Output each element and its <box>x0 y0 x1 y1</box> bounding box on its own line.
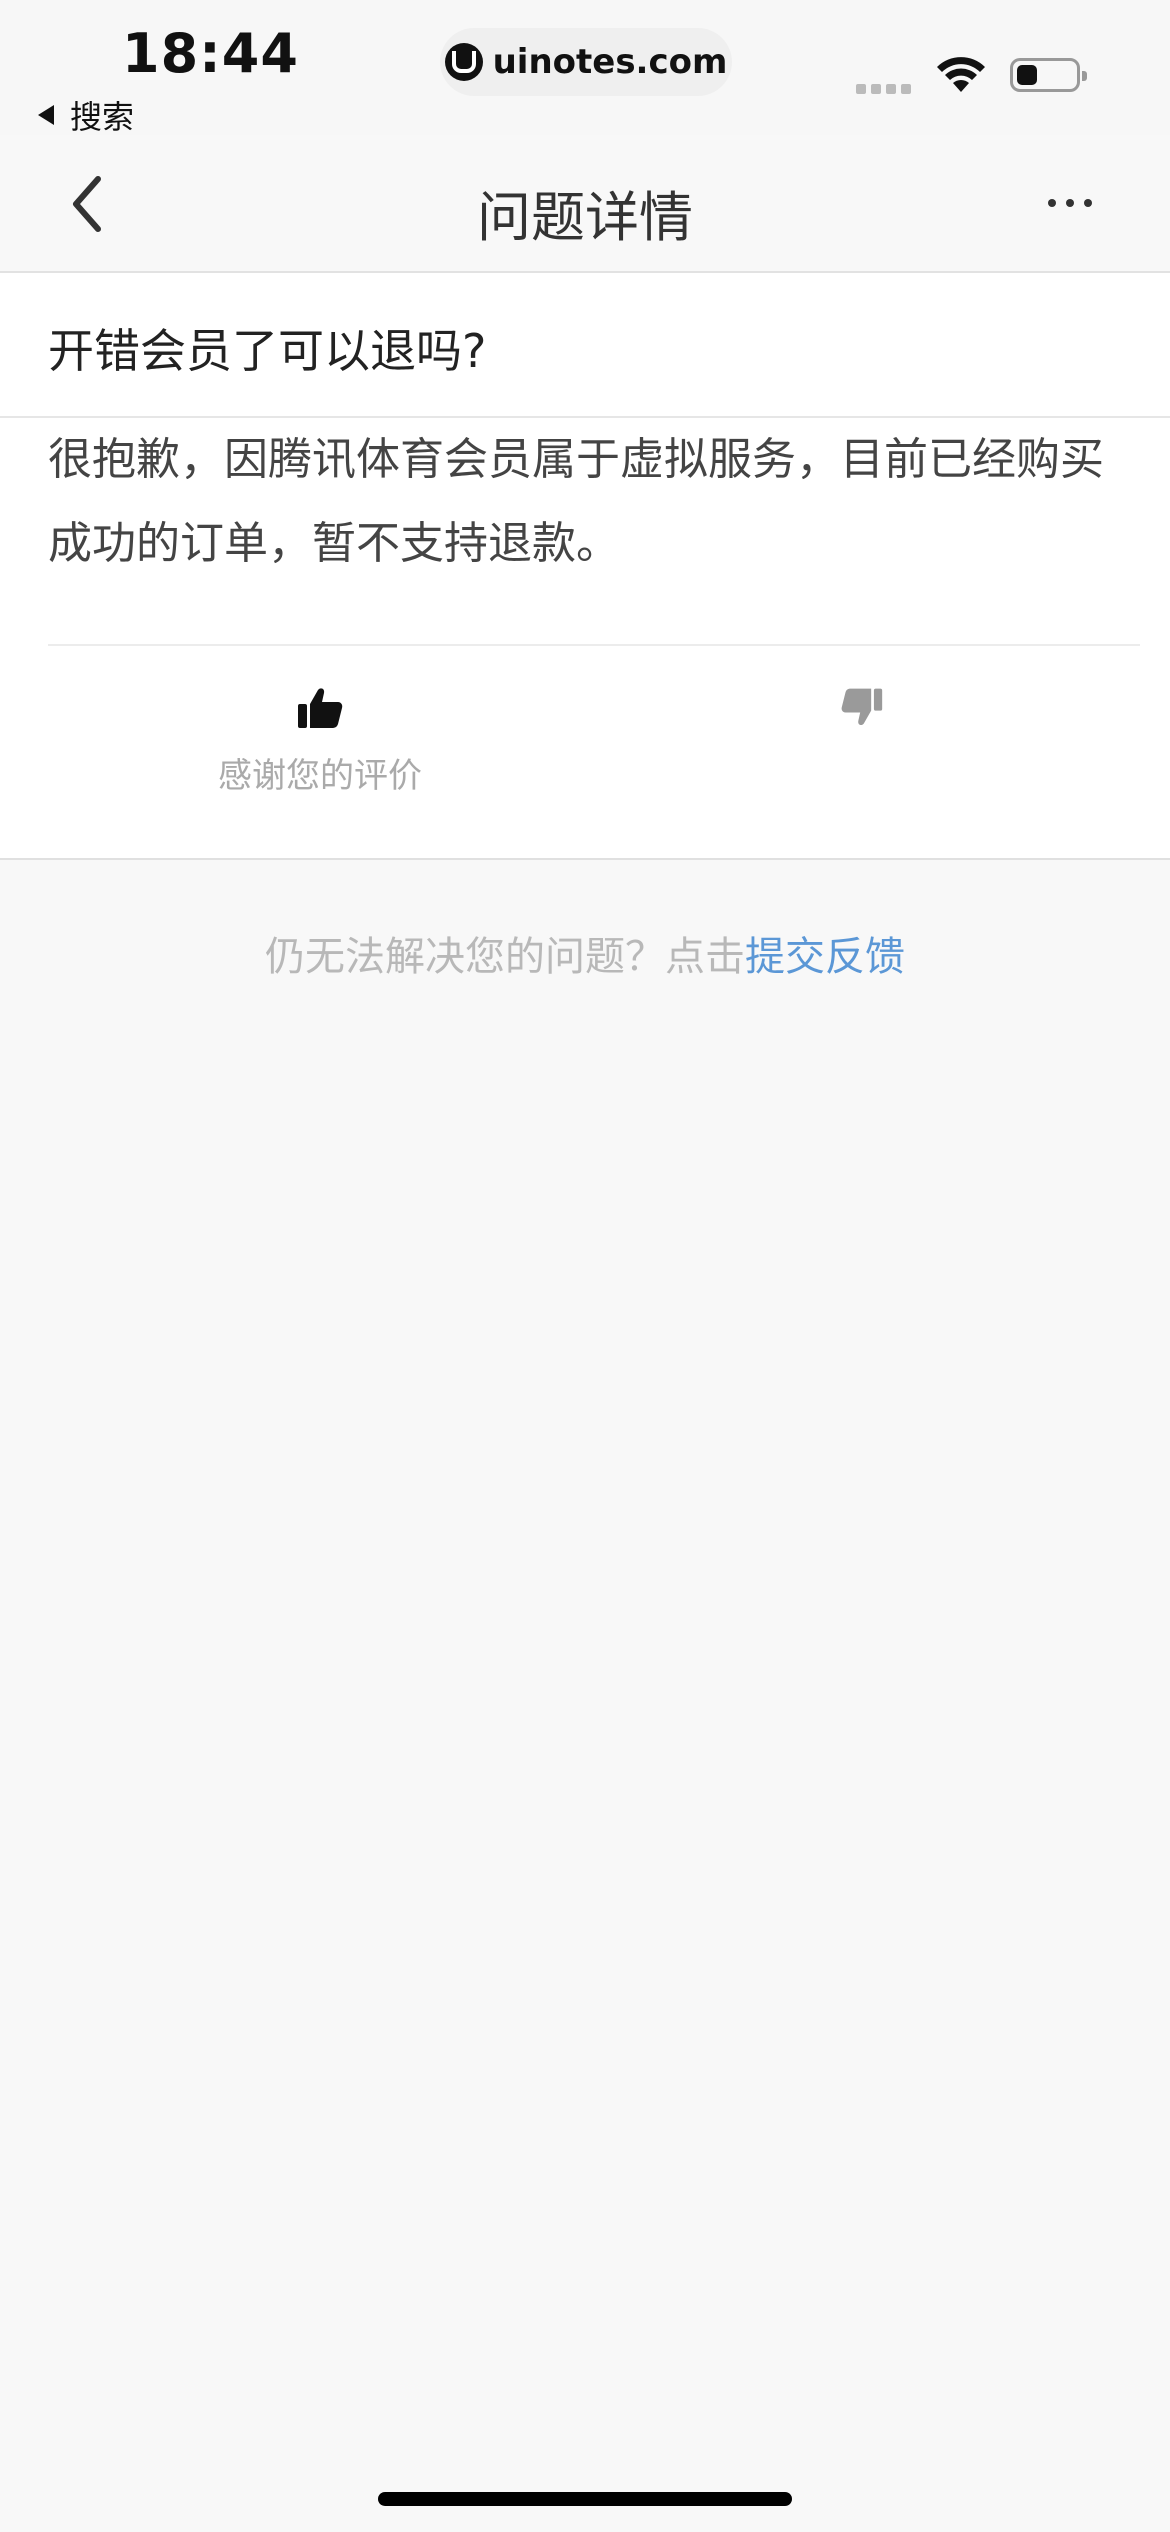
thumbs-up-icon <box>296 686 344 734</box>
battery-icon <box>1010 58 1087 92</box>
battery-level <box>1017 65 1037 85</box>
url-pill[interactable]: uinotes.com <box>440 28 732 96</box>
status-time: 18:44 <box>122 22 299 85</box>
unhelpful-button[interactable] <box>840 686 884 732</box>
feedback-thanks-text: 感谢您的评价 <box>218 756 422 796</box>
feedback-hint: 仍无法解决您的问题？点击提交反馈 <box>0 924 1170 982</box>
site-logo-icon <box>444 43 483 81</box>
back-app-label: 搜索 <box>70 98 135 136</box>
question-card: 开错会员了可以退吗? <box>0 273 1170 418</box>
question-title: 开错会员了可以退吗? <box>48 324 487 378</box>
thumbs-down-icon <box>840 688 884 732</box>
more-options-icon[interactable] <box>1048 191 1092 215</box>
answer-text: 很抱歉，因腾讯体育会员属于虚拟服务，目前已经购买成功的订单，暂不支持退款。 <box>48 434 1104 569</box>
wifi-icon <box>936 56 986 98</box>
status-bar: 18:44 搜索 uinotes.com <box>0 0 1170 138</box>
url-text: uinotes.com <box>492 42 728 82</box>
home-indicator <box>378 2492 792 2506</box>
answer-card: 很抱歉，因腾讯体育会员属于虚拟服务，目前已经购买成功的订单，暂不支持退款。 感谢… <box>0 418 1170 860</box>
submit-feedback-link[interactable]: 提交反馈 <box>745 934 905 980</box>
hint-text: 仍无法解决您的问题？点击 <box>265 934 745 980</box>
cellular-signal-icon <box>856 84 911 94</box>
nav-bar: 问题详情 <box>0 135 1170 273</box>
feedback-row: 感谢您的评价 <box>0 646 1170 858</box>
back-triangle-icon <box>38 105 54 125</box>
helpful-button[interactable]: 感谢您的评价 <box>200 686 440 797</box>
page-title: 问题详情 <box>477 186 693 249</box>
back-to-app-button[interactable]: 搜索 <box>38 92 134 138</box>
